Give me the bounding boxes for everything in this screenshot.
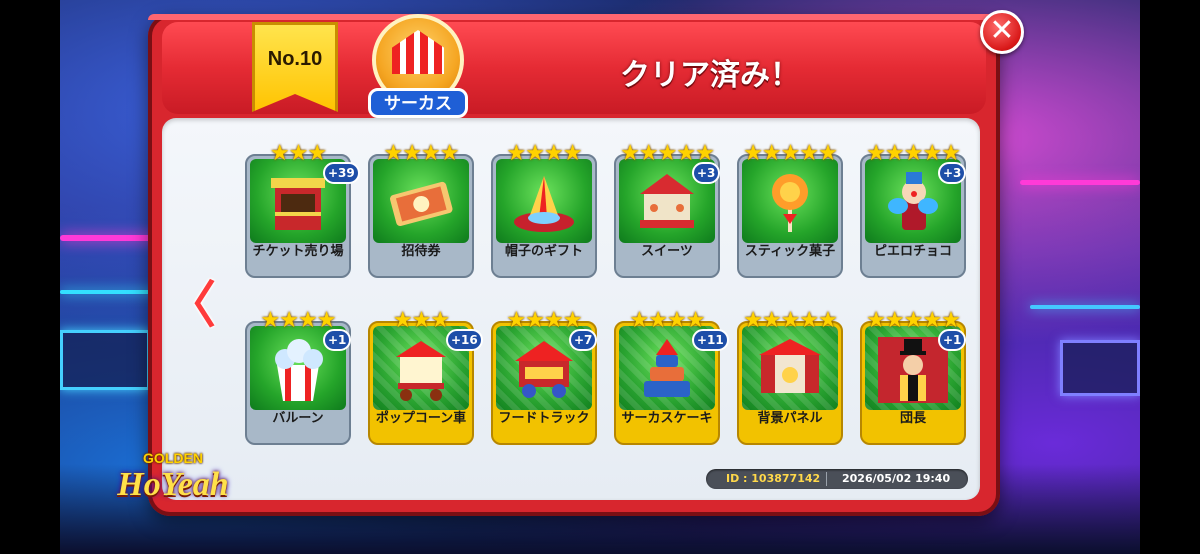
carousel-sweets-icon: [632, 170, 702, 236]
game-logo: GOLDEN HoYeah: [108, 450, 238, 528]
collection-card[interactable]: ★★★★★ +1 団長: [860, 309, 967, 445]
card-label: 招待券: [401, 244, 441, 259]
collection-card[interactable]: ★★★★ 帽子のギフト: [491, 142, 597, 278]
card-label: サーカスケーキ: [621, 411, 713, 426]
card-count-badge: +39: [323, 162, 360, 184]
collection-card[interactable]: ★★★★★ 背景パネル: [737, 309, 843, 445]
card-count-badge: +3: [938, 162, 967, 184]
player-id: ID : 103877142: [726, 472, 821, 485]
background-monitor: [1060, 340, 1140, 396]
logo-main-text: HoYeah: [117, 466, 229, 503]
collection-card[interactable]: ★★★★★ +3 スイーツ: [614, 142, 721, 278]
card-star-rating: ★★★★★: [743, 141, 838, 166]
card-star-rating: ★★★★★: [743, 308, 838, 333]
collection-card[interactable]: ★★★★★ スティック菓子: [737, 142, 843, 278]
logo-top-text: GOLDEN: [143, 450, 203, 466]
card-label: バルーン: [272, 411, 324, 426]
card-label: フードトラック: [498, 411, 590, 426]
prev-arrow-icon[interactable]: 〈: [166, 280, 216, 332]
card-label: ピエロチョコ: [873, 244, 952, 259]
ringmaster-icon: [878, 337, 948, 403]
card-label: 帽子のギフト: [504, 244, 583, 259]
neon-light: [1020, 180, 1140, 185]
panel-highlight: [148, 14, 1000, 20]
set-name-label: サーカス: [368, 88, 468, 118]
collection-card[interactable]: ★★★★ +1 バルーン: [245, 309, 352, 445]
timestamp: 2026/05/02 19:40: [842, 472, 951, 485]
card-count-badge: +7: [569, 329, 598, 351]
card-label: チケット売り場: [252, 244, 344, 259]
card-label: スイーツ: [641, 244, 693, 259]
close-button[interactable]: ✕: [980, 10, 1024, 54]
collection-card[interactable]: ★★★ +39 チケット売り場: [245, 142, 360, 278]
card-count-badge: +11: [692, 329, 729, 351]
clown-choco-icon: [878, 170, 948, 236]
card-star-rating: ★★★★: [383, 141, 460, 166]
stage-backdrop-icon: [755, 337, 825, 403]
card-count-badge: +1: [323, 329, 352, 351]
set-number-label: No.10: [267, 48, 323, 70]
divider: [826, 472, 827, 486]
collection-card[interactable]: ★★★★★ +3 ピエロチョコ: [860, 142, 967, 278]
card-star-rating: ★★★★: [506, 141, 583, 166]
ticket-booth-icon: [263, 170, 333, 236]
lollipop-icon: [755, 170, 825, 236]
panel-title: クリア済み！: [620, 58, 800, 93]
invitation-ticket-icon: [386, 170, 456, 236]
collection-card[interactable]: ★★★★ +11 サーカスケーキ: [614, 309, 729, 445]
card-count-badge: +3: [692, 162, 721, 184]
card-label: 背景パネル: [757, 411, 823, 426]
neon-light: [1030, 305, 1140, 309]
card-label: ポップコーン車: [375, 411, 467, 426]
collection-card[interactable]: ★★★★ +7 フードトラック: [491, 309, 598, 445]
circus-cake-icon: [632, 337, 702, 403]
collection-card[interactable]: ★★★★ 招待券: [368, 142, 474, 278]
popcorn-balloon-icon: [263, 337, 333, 403]
card-count-badge: +16: [446, 329, 483, 351]
player-info-bar: ID : 103877142 2026/05/02 19:40: [706, 469, 968, 489]
card-count-badge: +1: [938, 329, 967, 351]
background-monitor: [60, 330, 150, 390]
food-truck-icon: [509, 337, 579, 403]
card-label: 団長: [899, 411, 926, 426]
popcorn-cart-icon: [386, 337, 456, 403]
collection-card[interactable]: ★★★ +16 ポップコーン車: [368, 309, 483, 445]
party-hat-icon: [509, 170, 579, 236]
card-label: スティック菓子: [744, 244, 836, 259]
